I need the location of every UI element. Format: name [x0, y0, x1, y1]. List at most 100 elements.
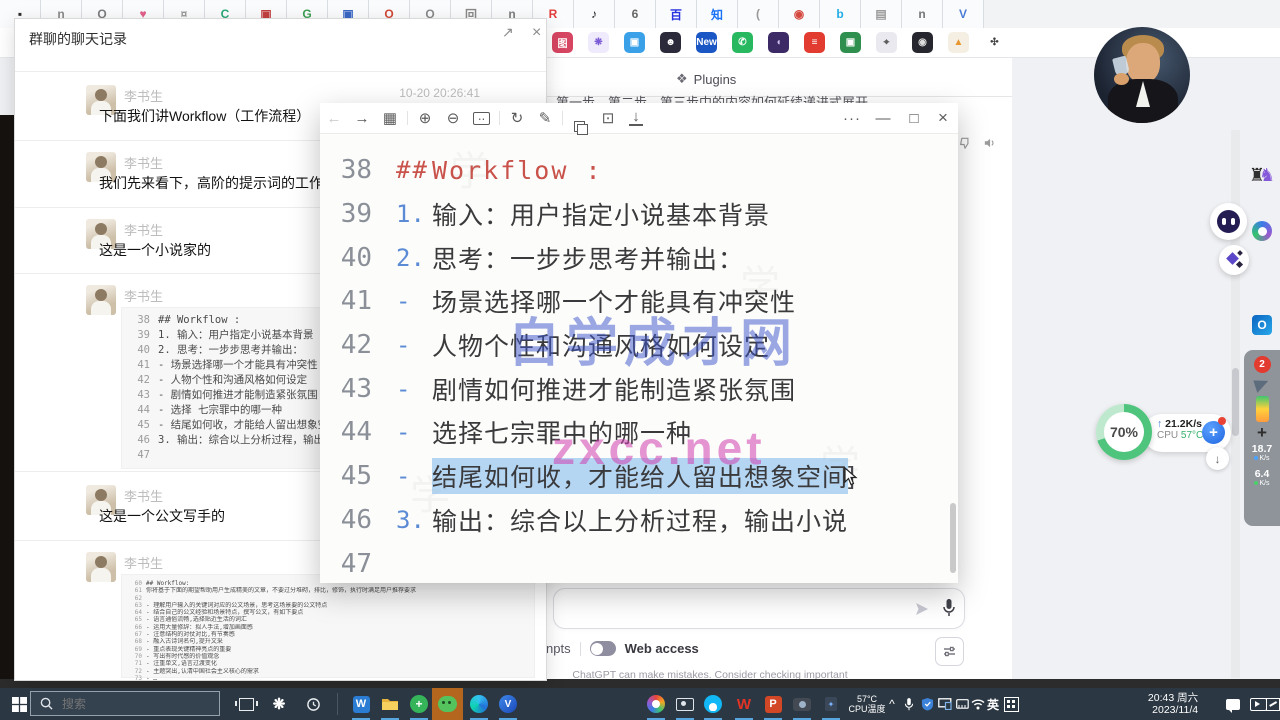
bookmark-icon[interactable]: ⌖ [876, 32, 897, 53]
microphone-icon[interactable] [942, 598, 956, 618]
browser-tab[interactable]: 6 [615, 0, 656, 28]
back-icon[interactable]: ← [320, 110, 348, 127]
bookmark-icon[interactable]: ≡ [804, 32, 825, 53]
color-loops-icon [647, 695, 665, 713]
chatgpt-model-switcher[interactable]: ❖ Plugins [676, 71, 736, 87]
bookmark-icon[interactable]: ▣ [624, 32, 645, 53]
scroll-down-button[interactable]: ↓ [1206, 447, 1229, 470]
running-dark-app[interactable]: ✦ [820, 688, 842, 720]
bookmark-icon[interactable]: ◉ [912, 32, 933, 53]
close-icon[interactable]: × [928, 108, 958, 128]
ai-assistant-button[interactable] [1210, 203, 1247, 240]
pinned-edge[interactable] [466, 688, 492, 720]
web-access-toggle[interactable] [590, 641, 616, 656]
taskbar-search-box[interactable] [30, 691, 220, 716]
download-icon[interactable]: ↓ [629, 110, 643, 126]
running-loops-app[interactable] [643, 688, 669, 720]
actual-size-icon[interactable]: ‥ [473, 112, 490, 125]
bookmark-icon[interactable]: ◖ [768, 32, 789, 53]
edit-icon[interactable]: ✎ [531, 109, 559, 127]
sparkle-assistant-button[interactable] [1219, 245, 1249, 275]
tray-ime-grid[interactable] [1001, 688, 1021, 720]
code-line: 72 - 主题突出,认清中国社会主义核心的需求 [130, 668, 526, 675]
tray-security[interactable] [918, 688, 936, 720]
minimize-icon[interactable]: — [866, 110, 900, 127]
tray-pen-screen[interactable] [1266, 688, 1280, 720]
zoom-in-icon[interactable]: ⊕ [411, 109, 439, 127]
cortana-button[interactable]: ❋ [264, 688, 294, 720]
viewer-scrollbar-thumb[interactable] [950, 503, 956, 573]
running-qq[interactable] [700, 688, 726, 720]
close-icon[interactable]: × [532, 24, 541, 42]
pinned-explorer[interactable] [377, 688, 403, 720]
browser-tab[interactable]: 知 [697, 0, 738, 28]
scrollbar-thumb[interactable] [1232, 368, 1239, 436]
tray-video-panel[interactable] [1248, 688, 1268, 720]
pinned-green-app[interactable]: + [406, 688, 432, 720]
tray-ime[interactable]: 英 [984, 688, 1002, 720]
tray-clock[interactable]: 20:43 周六2023/11/4 [1145, 688, 1201, 720]
prompt-settings-button[interactable] [935, 637, 964, 666]
running-powerpoint[interactable]: P [760, 688, 786, 720]
bookmark-icon[interactable]: ▣ [840, 32, 861, 53]
line-number: 47 [130, 448, 150, 463]
share-icon[interactable]: ↗ [502, 24, 514, 41]
line-number: 70 [130, 653, 142, 660]
tab-favicon-icon: V [959, 7, 967, 21]
wechat-active-app[interactable] [432, 688, 463, 720]
bookmark-icon[interactable]: ✣ [984, 32, 1005, 53]
bookmark-icon[interactable]: ❋ [588, 32, 609, 53]
code-snippet-small[interactable]: 60 ## Workflow: 61 你将基于下面的期望帮助用户生成精美的文章，… [121, 574, 535, 678]
tray-microphone[interactable] [900, 688, 918, 720]
browser-tab[interactable]: b [820, 0, 861, 28]
tray-projection[interactable] [936, 688, 954, 720]
plugins-label: Plugins [694, 72, 737, 87]
maximize-icon[interactable]: □ [900, 110, 928, 127]
bookmark-icon[interactable]: New [696, 32, 717, 53]
bookmark-icon[interactable]: ▲ [948, 32, 969, 53]
search-input[interactable] [60, 696, 194, 712]
tray-expand-button[interactable]: ^ [884, 688, 900, 720]
browser-tab[interactable]: ▤ [861, 0, 902, 28]
running-wps[interactable]: W [731, 688, 757, 720]
browser-tab[interactable]: n [902, 0, 943, 28]
notification-center-button[interactable] [1222, 688, 1244, 720]
bookmark-icon[interactable]: 图 [552, 32, 573, 53]
sync-loop-icon[interactable] [1249, 218, 1275, 244]
prompts-label-fragment[interactable]: npts [546, 641, 571, 656]
line-text: 3. 输出：综合以上分析过程，输出小 [158, 433, 334, 448]
timeline-search-button[interactable] [298, 688, 328, 720]
task-view-button[interactable] [231, 688, 261, 720]
forward-icon[interactable]: → [348, 110, 376, 127]
speaker-icon[interactable] [982, 136, 997, 150]
bookmark-icon[interactable]: ✆ [732, 32, 753, 53]
browser-tab[interactable]: ( [738, 0, 779, 28]
send-icon[interactable] [914, 601, 930, 617]
zoom-out-icon[interactable]: ⊖ [439, 109, 467, 127]
viewer-image-content[interactable]: 38##Workflow : 391.输入：用户指定小说基本背景 402.思考：… [320, 133, 958, 583]
sender-name: 李书生 [124, 153, 163, 172]
running-camera-app[interactable] [789, 688, 815, 720]
ocr-extract-icon[interactable]: ⊡ [594, 109, 622, 127]
thumbs-down-icon[interactable] [958, 136, 972, 150]
pinned-word[interactable]: W [348, 688, 374, 720]
browser-tab[interactable]: ◉ [779, 0, 820, 28]
browser-tab[interactable]: ♪ [574, 0, 615, 28]
dark-app-icon: ✦ [825, 697, 837, 711]
viewer-scrollbar[interactable] [950, 133, 956, 583]
browser-tab[interactable]: V [943, 0, 984, 28]
pinned-blue-app[interactable]: V [495, 688, 521, 720]
desktop-edge [0, 115, 14, 679]
running-recorder[interactable] [672, 688, 698, 720]
bookmark-icon[interactable]: ☻ [660, 32, 681, 53]
more-icon[interactable]: ··· [838, 110, 866, 127]
cpu-usage-ring[interactable]: 70% [1096, 404, 1152, 460]
chess-app-icon[interactable]: ♜♞ [1249, 162, 1275, 188]
line-text: - 人物个性和沟通风格如何设定 [158, 373, 307, 388]
outlook-icon[interactable]: O [1249, 312, 1275, 338]
avatar [86, 285, 116, 315]
gallery-grid-icon[interactable]: ▦ [376, 109, 404, 127]
browser-tab[interactable]: 百 [656, 0, 697, 28]
rotate-icon[interactable]: ↻ [503, 109, 531, 127]
chatgpt-input-box[interactable] [553, 588, 965, 629]
